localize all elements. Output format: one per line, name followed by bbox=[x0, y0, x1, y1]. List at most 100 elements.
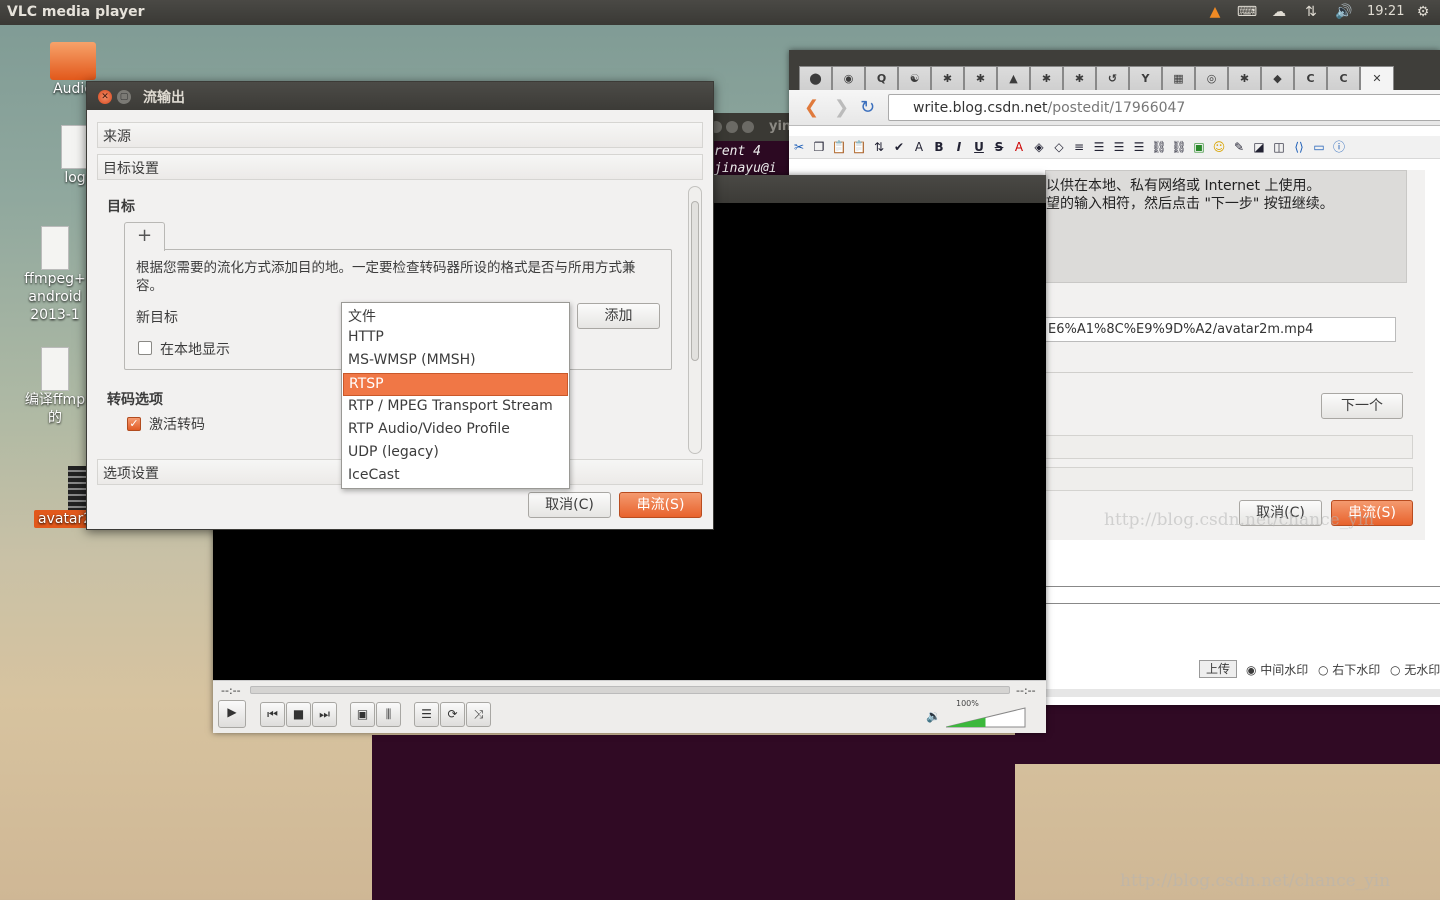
media-icon[interactable]: ◫ bbox=[1269, 136, 1289, 158]
dropdown-option[interactable]: UDP (legacy) bbox=[343, 442, 568, 465]
source-url-input[interactable]: E6%A1%8C%E9%9D%A2/avatar2m.mp4 bbox=[1045, 317, 1396, 342]
play-icon[interactable]: ▶ bbox=[218, 700, 246, 728]
font-color-icon[interactable]: A bbox=[1009, 136, 1029, 158]
browser-tab[interactable]: ◎ bbox=[1195, 66, 1228, 90]
dropdown-option[interactable]: IceCast bbox=[343, 465, 568, 488]
next-button[interactable]: 下一个 bbox=[1321, 393, 1403, 419]
cut-icon[interactable]: ✂ bbox=[789, 136, 809, 158]
bg-color-icon[interactable]: ◈ bbox=[1029, 136, 1049, 158]
stream-button[interactable]: 串流(S) bbox=[619, 492, 702, 518]
paste-text-icon[interactable]: 📋 bbox=[849, 136, 869, 158]
browser-tab[interactable]: Q bbox=[865, 66, 898, 90]
copy-icon[interactable]: ❐ bbox=[809, 136, 829, 158]
keyboard-icon[interactable]: ⌨ bbox=[1236, 3, 1258, 21]
url-bar[interactable]: write.blog.csdn.net/postedit/17966047 bbox=[888, 94, 1440, 121]
back-icon[interactable]: ❮ bbox=[804, 97, 819, 118]
browser-tab[interactable]: Y bbox=[1129, 66, 1162, 90]
reload-icon[interactable]: ↻ bbox=[860, 97, 875, 118]
activate-transcode-checkbox[interactable]: ✓ bbox=[127, 417, 141, 431]
browser-tab[interactable]: ▦ bbox=[1162, 66, 1195, 90]
browser-tab[interactable]: ◆ bbox=[1261, 66, 1294, 90]
find-icon[interactable]: A bbox=[909, 136, 929, 158]
eraser-icon[interactable]: ◇ bbox=[1049, 136, 1069, 158]
flash-icon[interactable]: ◪ bbox=[1249, 136, 1269, 158]
dropdown-option[interactable]: MS-WMSP (MMSH) bbox=[343, 350, 568, 373]
sort-icon[interactable]: ⇅ bbox=[869, 136, 889, 158]
previous-icon[interactable]: ⏮ bbox=[260, 702, 285, 727]
volume-slider[interactable]: 100% bbox=[945, 699, 1026, 728]
vlc-cone-icon[interactable]: ▲ bbox=[1204, 3, 1226, 21]
browser-tab[interactable]: ☯ bbox=[898, 66, 931, 90]
browser-tab[interactable]: ✱ bbox=[1228, 66, 1261, 90]
stop-icon[interactable]: ■ bbox=[286, 702, 311, 727]
list-icon[interactable]: ☰ bbox=[1089, 136, 1109, 158]
radio-no-watermark[interactable]: ○ 无水印 bbox=[1390, 661, 1440, 678]
browser-tab[interactable]: C bbox=[1294, 66, 1327, 90]
scroll-thumb[interactable] bbox=[691, 201, 699, 361]
browser-tab[interactable]: ✱ bbox=[964, 66, 997, 90]
radio-bottomright-watermark[interactable]: ○ 右下水印 bbox=[1318, 661, 1380, 678]
browser-tab[interactable]: ↺ bbox=[1096, 66, 1129, 90]
network-icon[interactable]: ⇅ bbox=[1300, 3, 1322, 21]
desktop-icon-build[interactable]: 编译ffmp 的 bbox=[20, 347, 90, 427]
upload-button[interactable]: 上传 bbox=[1199, 660, 1237, 678]
destination-dropdown[interactable]: 文件 HTTP MS-WMSP (MMSH) RTSP RTP / MPEG Trans… bbox=[341, 302, 570, 489]
add-button[interactable]: 添加 bbox=[577, 303, 660, 329]
image-icon[interactable]: ▣ bbox=[1189, 136, 1209, 158]
fullscreen-icon[interactable]: ▣ bbox=[350, 702, 375, 727]
minimize-icon[interactable] bbox=[726, 121, 738, 133]
shuffle-icon[interactable]: ⤨ bbox=[466, 702, 491, 727]
section-source[interactable]: 来源 bbox=[97, 122, 703, 148]
indent-icon[interactable]: ☰ bbox=[1109, 136, 1129, 158]
smiley-icon[interactable]: ☺ bbox=[1209, 136, 1229, 158]
outdent-icon[interactable]: ☰ bbox=[1129, 136, 1149, 158]
dialog-scrollbar[interactable] bbox=[688, 186, 702, 454]
next-icon[interactable]: ⏭ bbox=[312, 702, 337, 727]
gear-icon[interactable]: ⚙ bbox=[1412, 3, 1434, 21]
loop-icon[interactable]: ⟳ bbox=[440, 702, 465, 727]
clock[interactable]: 19:21 bbox=[1367, 4, 1404, 19]
horizontal-scrollbar[interactable] bbox=[1046, 689, 1440, 697]
dropdown-option[interactable]: HTTP bbox=[343, 327, 568, 350]
dropdown-option[interactable]: RTSP bbox=[343, 373, 568, 396]
browser-tab[interactable]: ▲ bbox=[997, 66, 1030, 90]
bold-icon[interactable]: B bbox=[929, 136, 949, 158]
section-destination[interactable]: 目标设置 bbox=[97, 154, 703, 180]
italic-icon[interactable]: I bbox=[949, 136, 969, 158]
minimize-icon[interactable]: ▢ bbox=[117, 90, 131, 104]
edit-icon[interactable]: ✎ bbox=[1229, 136, 1249, 158]
paste-icon[interactable]: 📋 bbox=[829, 136, 849, 158]
browser-tab[interactable]: ⬤ bbox=[799, 66, 832, 90]
dropdown-option[interactable]: RTP / MPEG Transport Stream bbox=[343, 396, 568, 419]
playlist-icon[interactable]: ☰ bbox=[414, 702, 439, 727]
browser-tab[interactable]: ✱ bbox=[931, 66, 964, 90]
browser-tab[interactable]: ✱ bbox=[1030, 66, 1063, 90]
browser-tab[interactable]: C bbox=[1327, 66, 1360, 90]
spell-icon[interactable]: ✔ bbox=[889, 136, 909, 158]
strike-icon[interactable]: S bbox=[989, 136, 1009, 158]
browser-tab[interactable]: ✱ bbox=[1063, 66, 1096, 90]
desktop-icon-ffmpeg[interactable]: ffmpeg+ android 2013-1 bbox=[20, 226, 90, 324]
seek-slider[interactable] bbox=[250, 686, 1010, 694]
dropdown-option[interactable]: 文件 bbox=[343, 304, 568, 327]
align-icon[interactable]: ≡ bbox=[1069, 136, 1089, 158]
browser-tab[interactable]: ◉ bbox=[832, 66, 865, 90]
underline-icon[interactable]: U bbox=[969, 136, 989, 158]
speaker-icon[interactable]: 🔉 bbox=[926, 709, 941, 723]
cancel-button[interactable]: 取消(C) bbox=[528, 492, 611, 518]
link-icon[interactable]: ⛓ bbox=[1149, 136, 1169, 158]
cloud-icon[interactable]: ☁ bbox=[1268, 3, 1290, 21]
unlink-icon[interactable]: ⛓ bbox=[1169, 136, 1189, 158]
display-locally-checkbox[interactable] bbox=[138, 341, 152, 355]
add-destination-tab[interactable]: + bbox=[124, 222, 165, 251]
window-icon[interactable]: ▭ bbox=[1309, 136, 1329, 158]
radio-center-watermark[interactable]: ◉ 中间水印 bbox=[1246, 661, 1308, 678]
code-icon[interactable]: ⟨⟩ bbox=[1289, 136, 1309, 158]
extended-settings-icon[interactable]: ⫼ bbox=[376, 702, 401, 727]
dropdown-option[interactable]: RTP Audio/Video Profile bbox=[343, 419, 568, 442]
volume-icon[interactable]: 🔊 bbox=[1333, 3, 1355, 21]
close-icon[interactable]: ✕ bbox=[98, 90, 112, 104]
tab-close-icon[interactable]: ✕ bbox=[1360, 66, 1394, 90]
forward-icon[interactable]: ❯ bbox=[834, 97, 849, 118]
maximize-icon[interactable] bbox=[742, 121, 754, 133]
